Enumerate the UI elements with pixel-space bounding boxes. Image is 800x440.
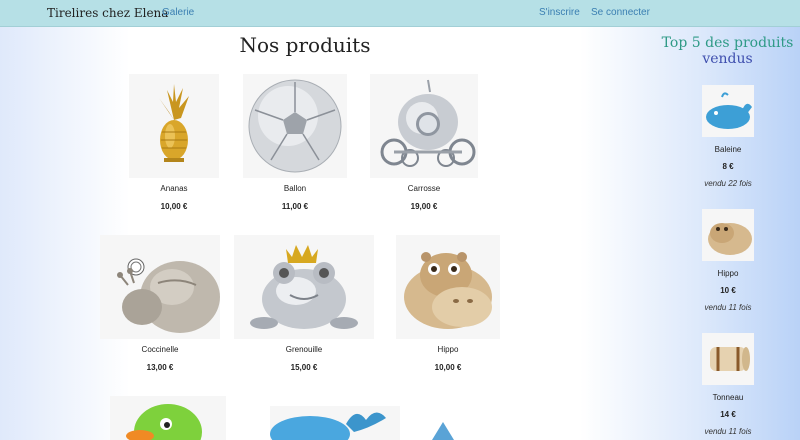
top-products-title: Top 5 des produits vendus (655, 35, 800, 67)
gallery-link[interactable]: Galerie (162, 7, 194, 18)
product-card-ananas[interactable]: Ananas 10,00 € (104, 74, 244, 211)
product-name: Coccinelle (141, 345, 179, 354)
top-title-line2: vendus (702, 51, 753, 67)
barrel-image[interactable] (702, 333, 754, 385)
product-price: 10,00 € (434, 363, 462, 372)
carriage-image[interactable] (370, 74, 478, 178)
pineapple-image[interactable] (129, 74, 219, 178)
product-card-coccinelle[interactable]: Coccinelle 13,00 € (90, 235, 230, 372)
hippo-image[interactable] (396, 235, 500, 339)
product-card-ballon[interactable]: Ballon 11,00 € (225, 74, 365, 211)
top-item-name: Tonneau (712, 393, 744, 402)
product-card-hippo[interactable]: Hippo 10,00 € (378, 235, 518, 372)
signup-link[interactable]: S'inscrire (539, 7, 580, 18)
product-partial-image[interactable] (430, 420, 456, 440)
brand-link[interactable]: Tirelires chez Elena (47, 6, 168, 20)
product-price: 11,00 € (281, 202, 309, 211)
product-price: 10,00 € (160, 202, 188, 211)
product-price: 19,00 € (410, 202, 438, 211)
top-card-hippo[interactable]: Hippo 10 € vendu 11 fois (690, 209, 766, 312)
top-card-tonneau[interactable]: Tonneau 14 € vendu 11 fois (690, 333, 766, 436)
duck-image[interactable] (110, 396, 226, 440)
navbar: Tirelires chez Elena Galerie S'inscrire … (0, 0, 800, 27)
product-name: Ballon (283, 184, 307, 193)
top-item-sold-count: vendu 11 fois (704, 303, 752, 312)
product-card-carrosse[interactable]: Carrosse 19,00 € (354, 74, 494, 211)
top-item-price: 8 € (722, 162, 734, 171)
product-name: Grenouille (285, 345, 323, 354)
top-card-baleine[interactable]: Baleine 8 € vendu 22 fois (690, 85, 766, 188)
top-item-price: 14 € (720, 410, 736, 419)
top-item-name: Baleine (714, 145, 742, 154)
top-item-price: 10 € (720, 286, 736, 295)
whale-image[interactable] (270, 406, 400, 440)
top-title-line1: Top 5 des produits (661, 35, 794, 51)
page-title: Nos produits (239, 33, 371, 57)
login-link[interactable]: Se connecter (591, 7, 650, 18)
product-price: 13,00 € (146, 363, 174, 372)
product-name: Hippo (437, 345, 459, 354)
product-name: Carrosse (407, 184, 441, 193)
product-name: Ananas (160, 184, 188, 193)
football-image[interactable] (243, 74, 347, 178)
top-item-name: Hippo (717, 269, 739, 278)
product-card-grenouille[interactable]: Grenouille 15,00 € (234, 235, 374, 372)
hippo-image[interactable] (702, 209, 754, 261)
whale-image[interactable] (702, 85, 754, 137)
ladybug-image[interactable] (100, 235, 220, 339)
top-item-sold-count: vendu 22 fois (704, 179, 752, 188)
frog-image[interactable] (234, 235, 374, 339)
top-item-sold-count: vendu 11 fois (704, 427, 752, 436)
product-price: 15,00 € (290, 363, 318, 372)
